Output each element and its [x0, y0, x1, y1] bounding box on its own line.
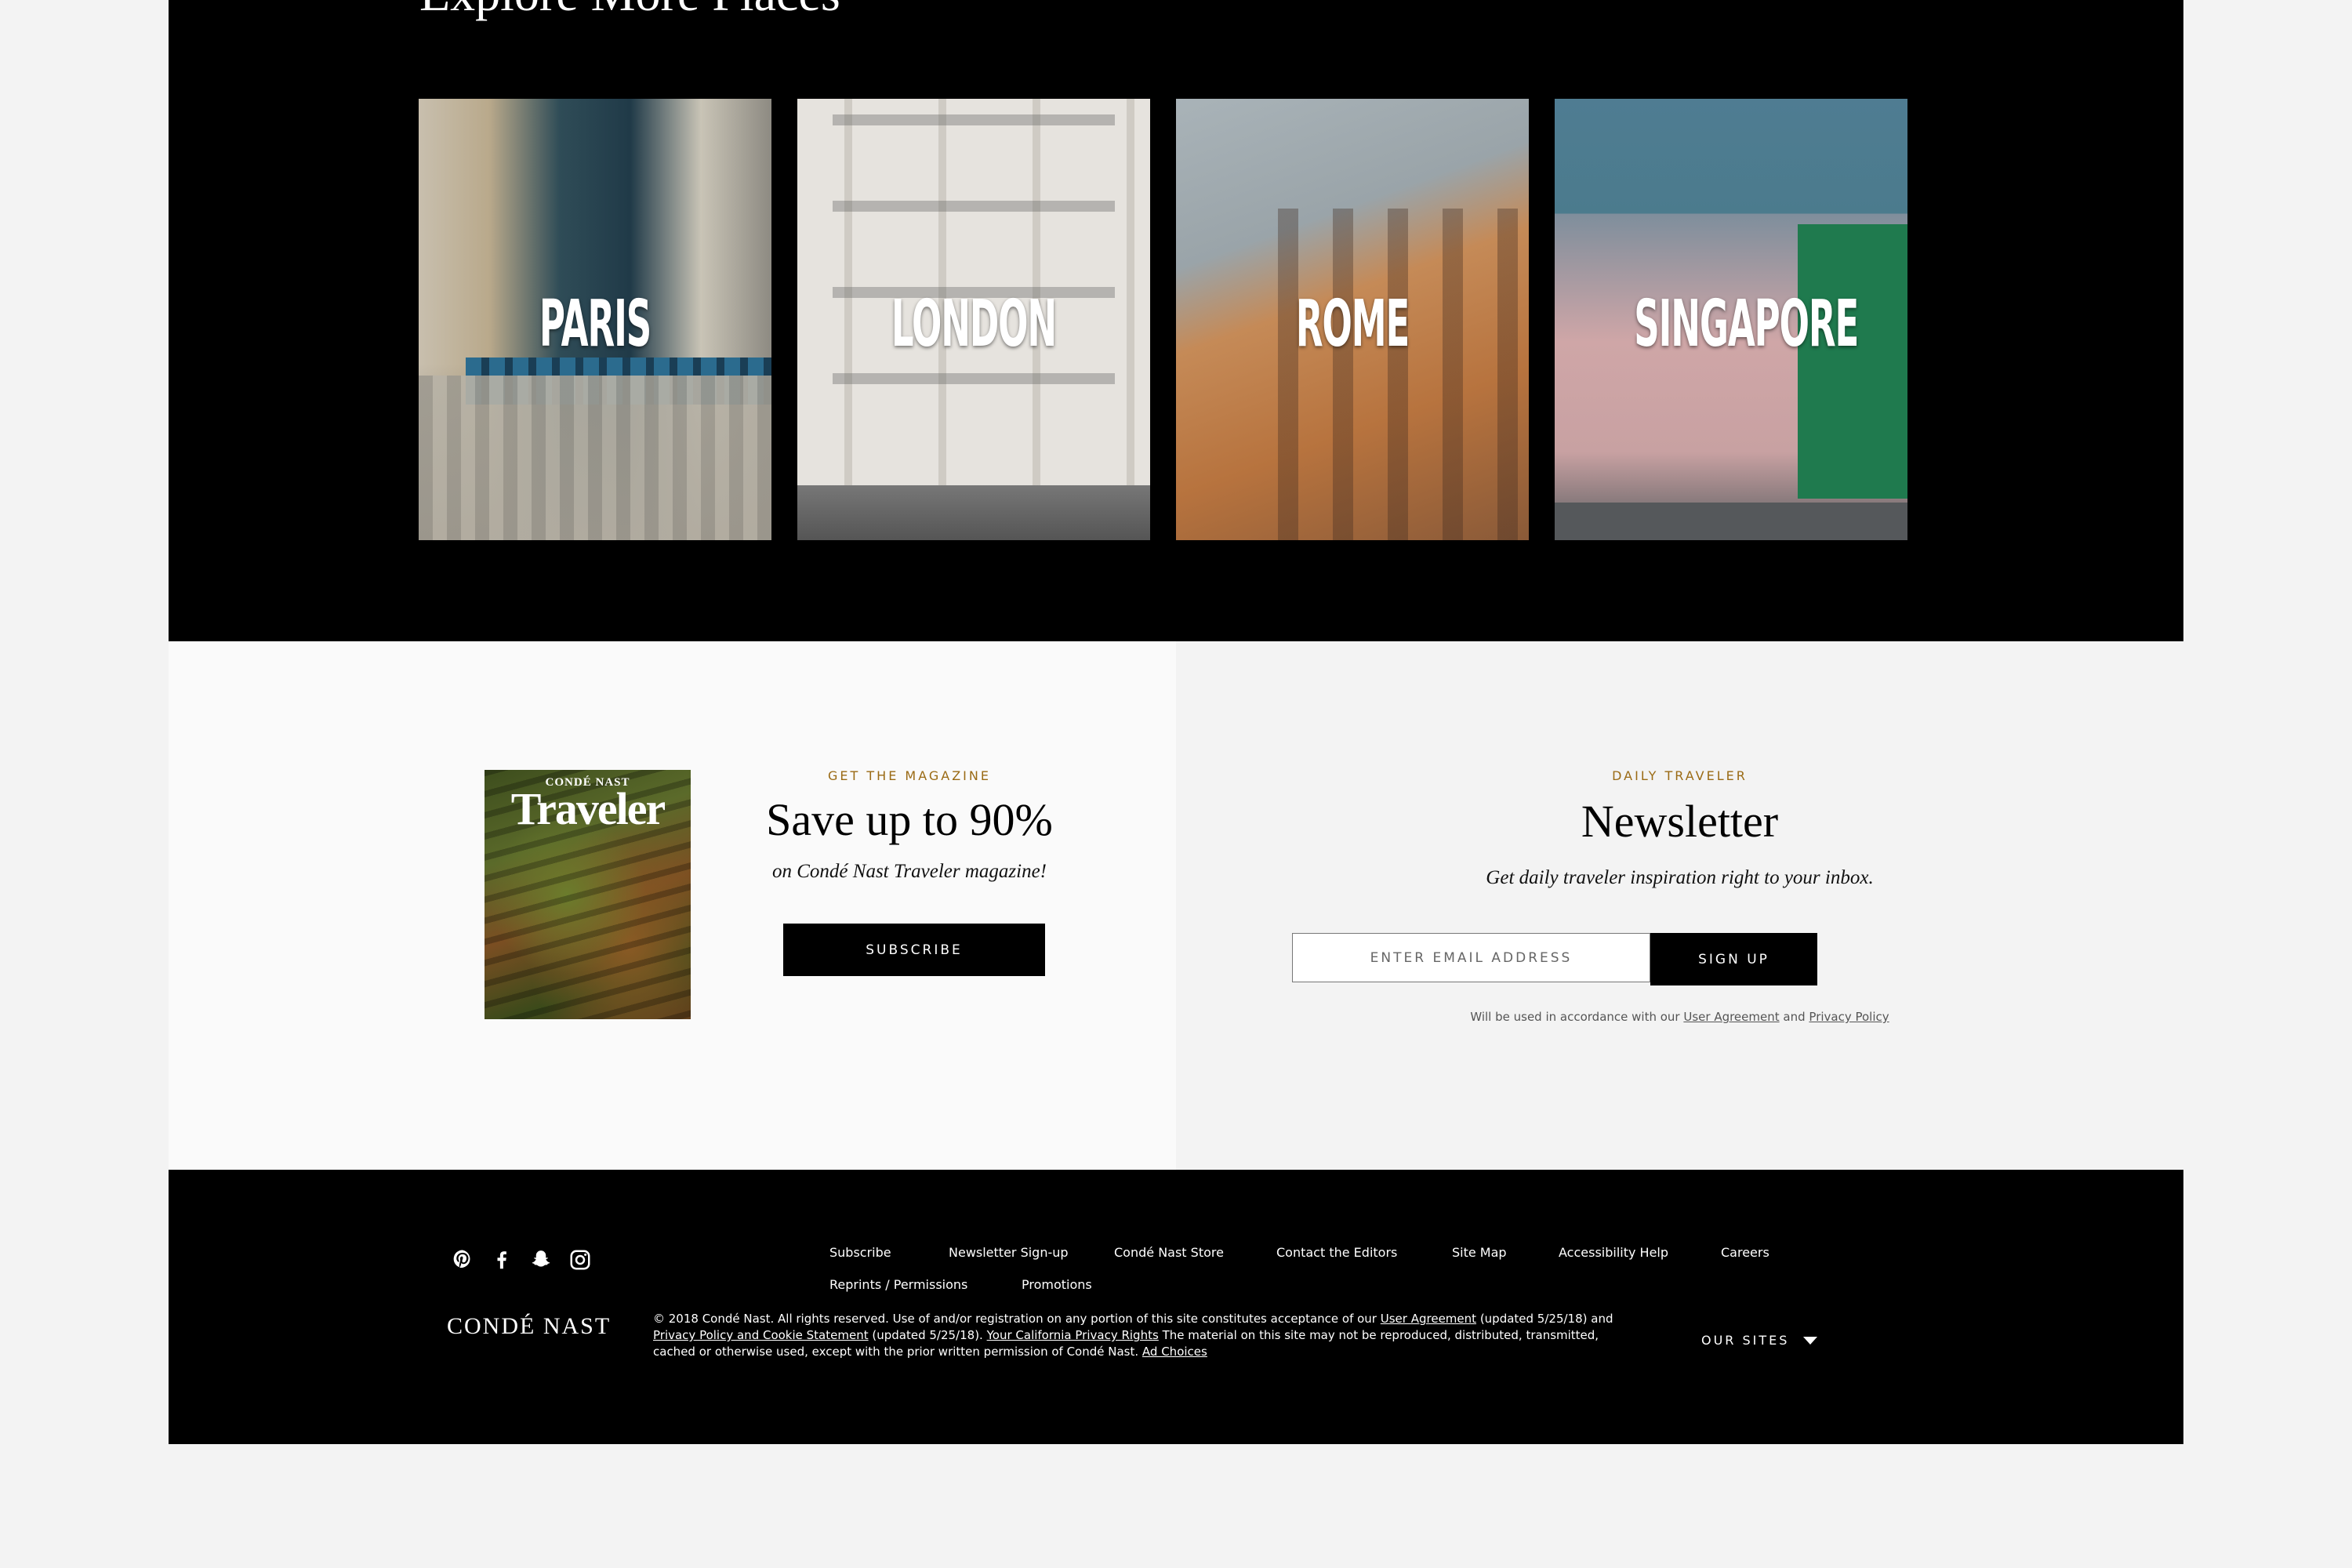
newsletter-promo: DAILY TRAVELER Newsletter Get daily trav… — [1176, 641, 2183, 1170]
privacy-policy-link[interactable]: Privacy Policy — [1809, 1010, 1889, 1024]
footer-link-promotions[interactable]: Promotions — [1022, 1277, 1092, 1292]
footer: Subscribe Newsletter Sign-up Condé Nast … — [169, 1170, 2183, 1444]
privacy-cookie-link[interactable]: Privacy Policy and Cookie Statement — [653, 1328, 869, 1342]
our-sites-label: OUR SITES — [1701, 1333, 1790, 1348]
copyright-part-3: (updated 5/25/18). — [872, 1328, 983, 1342]
explore-section: Explore More Places PARIS LONDON ROME SI… — [169, 0, 2183, 641]
sign-up-button[interactable]: SIGN UP — [1650, 933, 1817, 985]
destination-card-rome[interactable]: ROME — [1176, 99, 1529, 540]
destination-label: ROME — [1295, 287, 1410, 361]
footer-link-site-map[interactable]: Site Map — [1452, 1245, 1507, 1260]
ad-choices-link[interactable]: Ad Choices — [1142, 1345, 1207, 1359]
california-privacy-link[interactable]: Your California Privacy Rights — [987, 1328, 1159, 1342]
user-agreement-link[interactable]: User Agreement — [1381, 1312, 1476, 1326]
subscribe-button[interactable]: SUBSCRIBE — [783, 924, 1045, 976]
destination-card-singapore[interactable]: SINGAPORE — [1555, 99, 1907, 540]
user-agreement-link[interactable]: User Agreement — [1683, 1010, 1779, 1024]
destination-cards: PARIS LONDON ROME SINGAPORE — [419, 99, 1933, 540]
newsletter-text: DAILY TRAVELER Newsletter Get daily trav… — [1176, 641, 2183, 1170]
snapchat-icon[interactable] — [529, 1248, 553, 1272]
footer-link-reprints[interactable]: Reprints / Permissions — [829, 1277, 967, 1292]
destination-card-london[interactable]: LONDON — [797, 99, 1150, 540]
footer-link-subscribe[interactable]: Subscribe — [829, 1245, 891, 1260]
caret-down-icon — [1803, 1336, 1818, 1345]
newsletter-eyebrow: DAILY TRAVELER — [1612, 768, 1748, 783]
footer-link-accessibility[interactable]: Accessibility Help — [1559, 1245, 1668, 1260]
copyright-part-2: (updated 5/25/18) and — [1479, 1312, 1613, 1326]
magazine-text: GET THE MAGAZINE Save up to 90% on Condé… — [733, 641, 1086, 1170]
newsletter-heading: Newsletter — [1581, 796, 1779, 847]
footer-link-store[interactable]: Condé Nast Store — [1114, 1245, 1224, 1260]
legal-and: and — [1783, 1010, 1806, 1024]
destination-label: PARIS — [539, 287, 652, 361]
conde-nast-logo[interactable]: CONDÉ NAST — [447, 1313, 611, 1340]
magazine-promo: CONDÉ NAST Traveler GET THE MAGAZINE Sav… — [169, 641, 1176, 1170]
instagram-icon[interactable] — [568, 1248, 592, 1272]
magazine-heading: Save up to 90% — [766, 794, 1053, 845]
our-sites-dropdown[interactable]: OUR SITES — [1701, 1333, 1818, 1348]
promo-section: CONDÉ NAST Traveler GET THE MAGAZINE Sav… — [169, 641, 2183, 1170]
email-input[interactable] — [1292, 933, 1650, 982]
copyright-text: © 2018 Condé Nast. All rights reserved. … — [653, 1311, 1625, 1360]
magazine-eyebrow: GET THE MAGAZINE — [828, 768, 991, 783]
explore-title: Explore More Places — [419, 0, 840, 19]
legal-prefix: Will be used in accordance with our — [1470, 1010, 1680, 1024]
footer-link-newsletter[interactable]: Newsletter Sign-up — [949, 1245, 1069, 1260]
footer-link-contact-editors[interactable]: Contact the Editors — [1276, 1245, 1397, 1260]
destination-label: SINGAPORE — [1634, 287, 1859, 361]
newsletter-subheading: Get daily traveler inspiration right to … — [1486, 867, 1874, 888]
destination-card-paris[interactable]: PARIS — [419, 99, 771, 540]
footer-link-careers[interactable]: Careers — [1721, 1245, 1769, 1260]
magazine-cover-brand-main: Traveler — [510, 783, 666, 834]
magazine-subheading: on Condé Nast Traveler magazine! — [772, 861, 1047, 882]
facebook-icon[interactable] — [490, 1248, 514, 1272]
destination-label: LONDON — [891, 287, 1057, 361]
magazine-cover[interactable]: CONDÉ NAST Traveler — [485, 770, 691, 1019]
page: Explore More Places PARIS LONDON ROME SI… — [169, 0, 2183, 1444]
pinterest-icon[interactable] — [451, 1248, 474, 1272]
copyright-part-1: © 2018 Condé Nast. All rights reserved. … — [653, 1312, 1377, 1326]
newsletter-legal: Will be used in accordance with our User… — [1176, 1010, 2183, 1024]
